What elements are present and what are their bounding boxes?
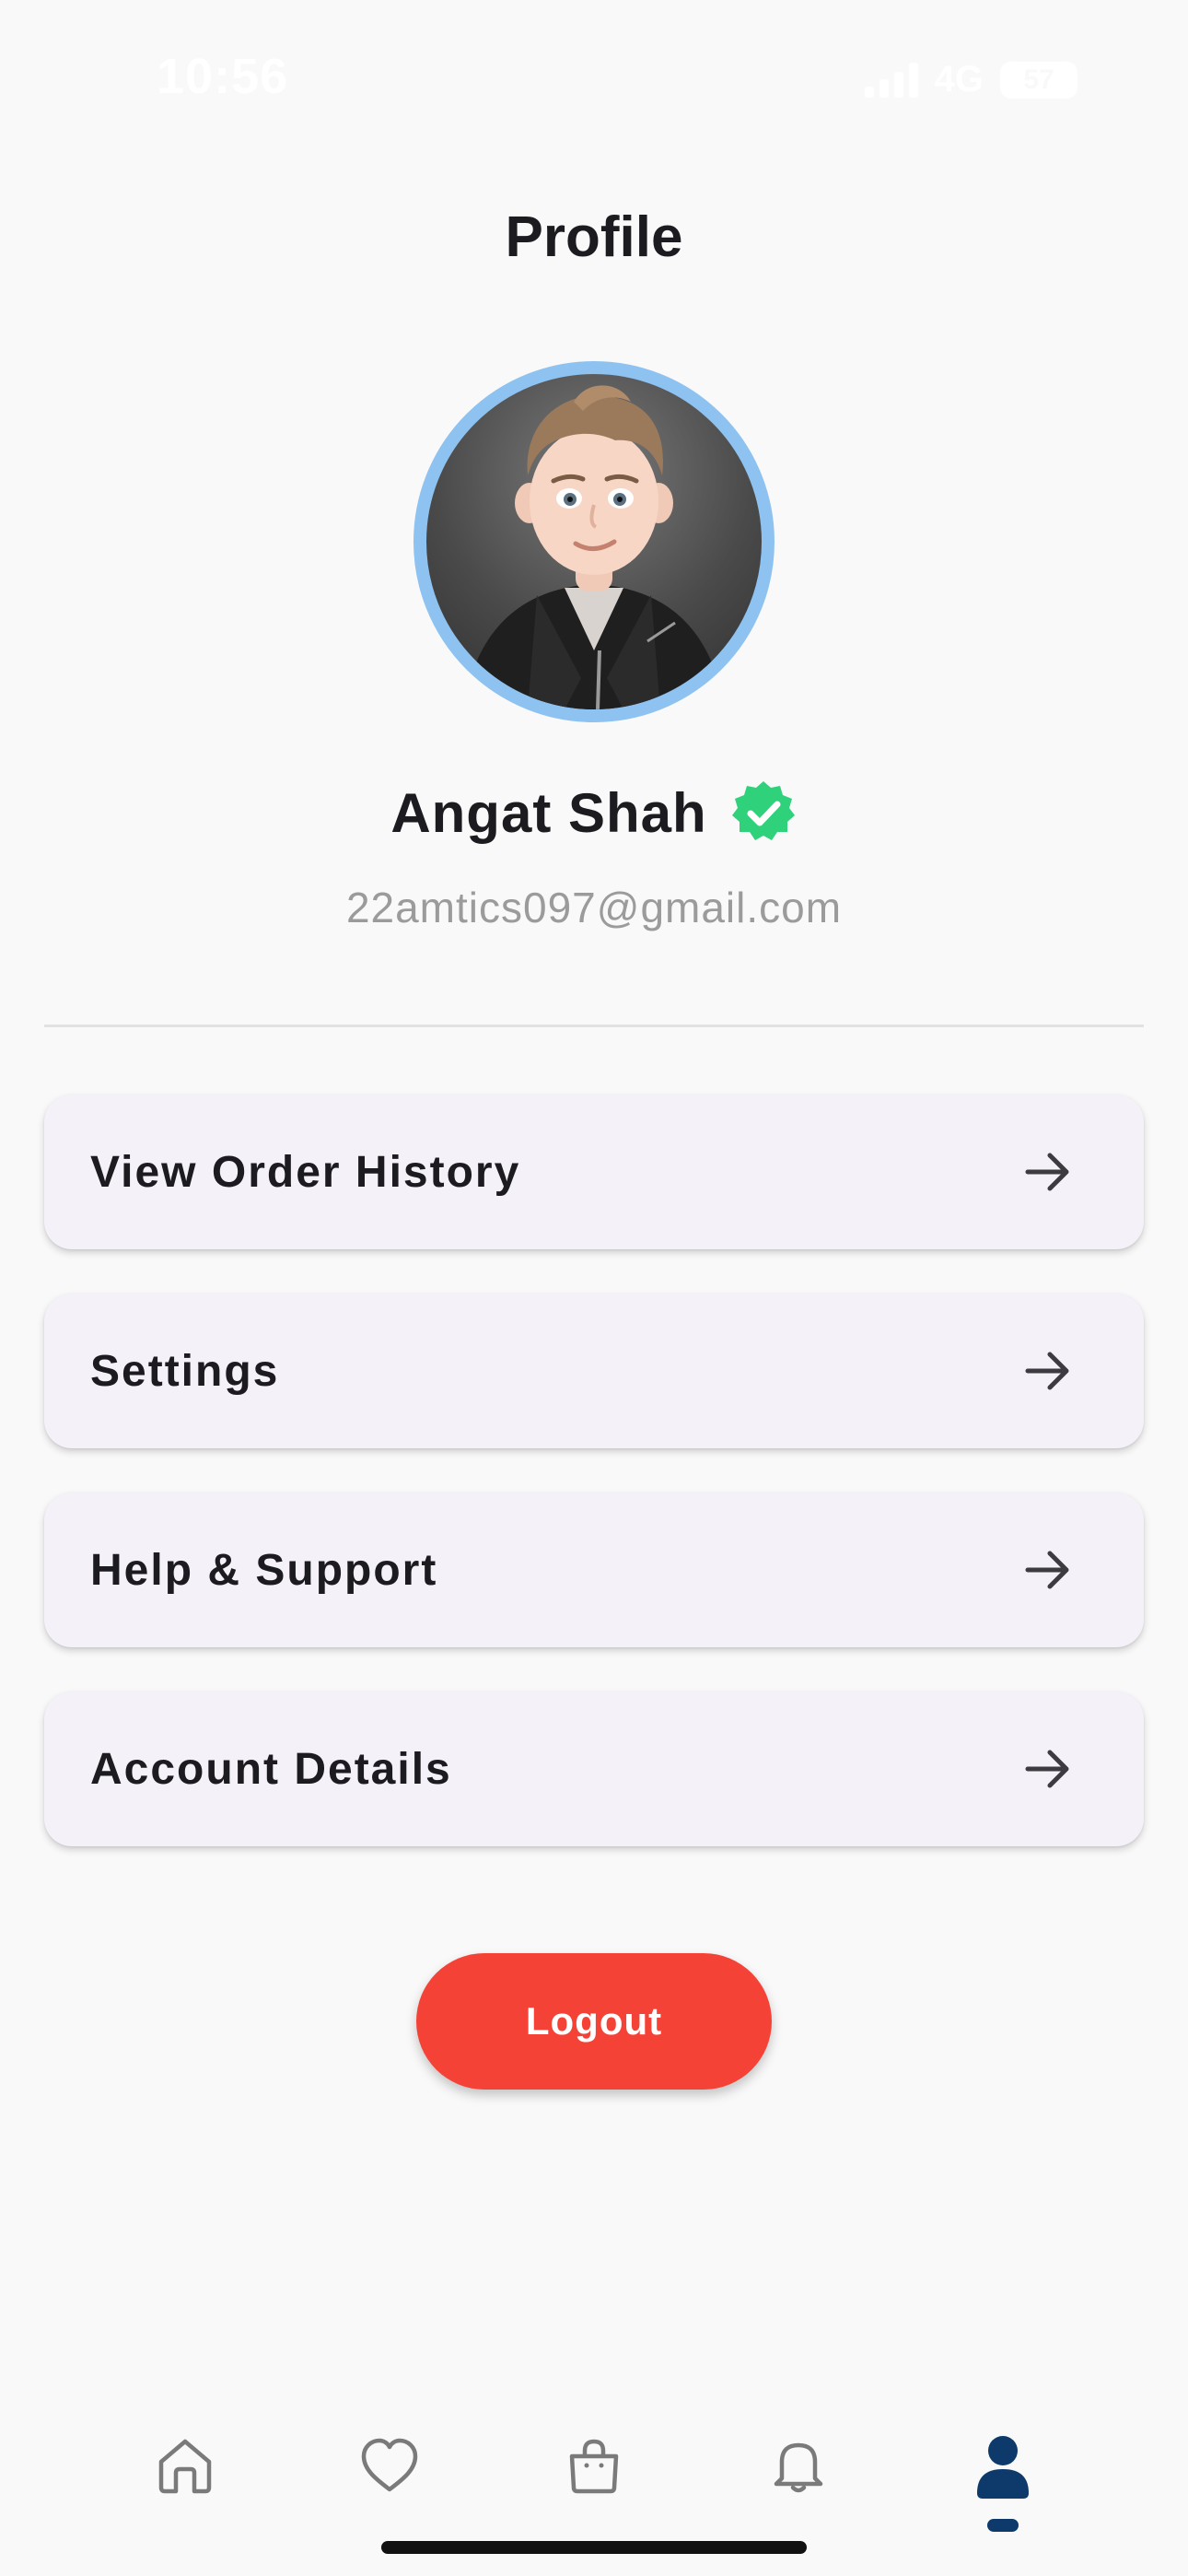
account-details-button[interactable]: Account Details — [44, 1692, 1144, 1846]
menu-item-label: Settings — [90, 1346, 280, 1396]
battery-icon: 57 — [1000, 61, 1077, 99]
arrow-right-icon — [1025, 1750, 1069, 1788]
arrow-right-icon — [1025, 1551, 1069, 1589]
status-bar: 10:56 4G 57 — [0, 0, 1188, 157]
divider — [44, 1025, 1144, 1027]
person-icon — [977, 2436, 1029, 2499]
user-email: 22amtics097@gmail.com — [345, 884, 843, 931]
status-indicators: 4G 57 — [864, 59, 1077, 100]
memoji-avatar-image — [463, 385, 725, 709]
home-indicator[interactable] — [381, 2541, 807, 2554]
nav-profile[interactable] — [952, 2432, 1054, 2534]
page-title: Profile — [505, 205, 683, 269]
nav-home[interactable] — [134, 2432, 236, 2534]
logout-button[interactable]: Logout — [416, 1953, 772, 2090]
user-name: Angat Shah — [390, 781, 707, 844]
shopping-bag-icon — [569, 2439, 619, 2494]
verified-badge-icon — [731, 781, 795, 840]
nav-cart[interactable] — [543, 2432, 645, 2534]
arrow-right-icon — [1025, 1153, 1069, 1191]
nav-favorites[interactable] — [339, 2432, 440, 2534]
network-label: 4G — [934, 59, 984, 100]
settings-button[interactable]: Settings — [44, 1294, 1144, 1448]
arrow-right-icon — [1025, 1352, 1069, 1390]
profile-menu: View Order History Settings Help & Suppo… — [44, 1095, 1144, 1891]
avatar[interactable] — [413, 361, 775, 722]
battery-level: 57 — [1023, 64, 1054, 95]
menu-item-label: Account Details — [90, 1744, 452, 1794]
status-time: 10:56 — [157, 49, 289, 104]
nav-notifications[interactable] — [748, 2432, 849, 2534]
active-tab-indicator — [987, 2519, 1019, 2532]
view-order-history-button[interactable]: View Order History — [44, 1095, 1144, 1249]
bell-icon — [774, 2442, 823, 2493]
menu-item-label: Help & Support — [90, 1545, 438, 1595]
home-icon — [158, 2439, 212, 2494]
heart-icon — [361, 2438, 418, 2492]
help-support-button[interactable]: Help & Support — [44, 1493, 1144, 1647]
user-name-row: Angat Shah — [0, 779, 1188, 847]
profile-screen: 10:56 4G 57 Profile Angat Shah 22amtics0… — [0, 0, 1188, 2576]
signal-icon — [864, 62, 918, 98]
bottom-navigation — [0, 2432, 1188, 2534]
menu-item-label: View Order History — [90, 1147, 521, 1197]
